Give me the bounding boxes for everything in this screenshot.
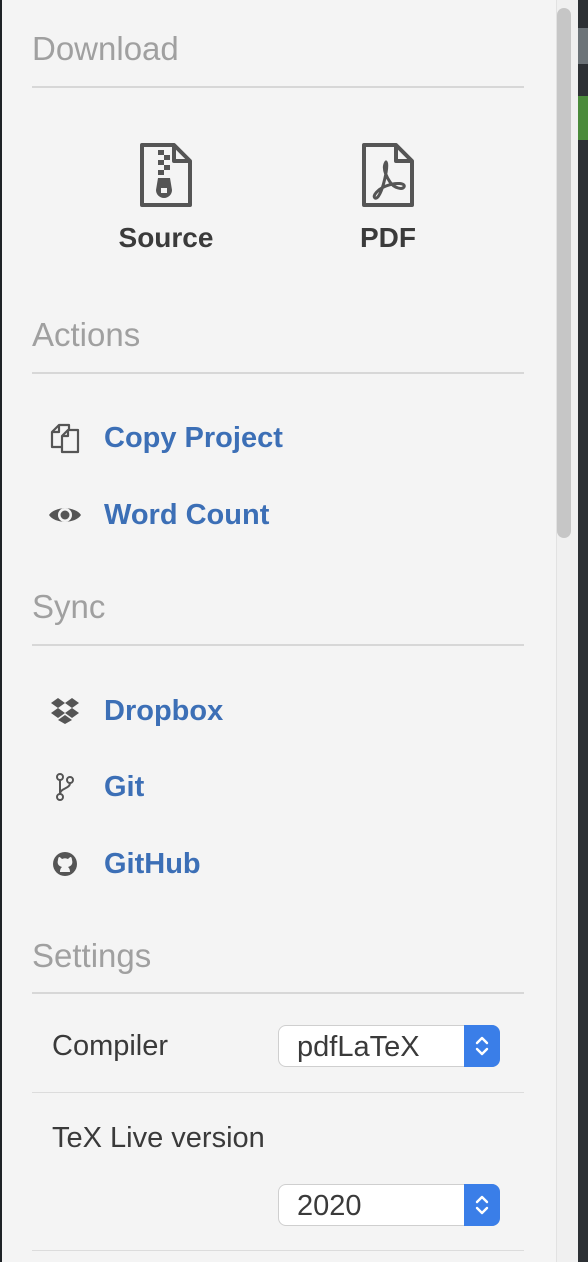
compiler-select-value: pdfLaTeX	[297, 1031, 420, 1063]
github-link[interactable]: GitHub	[48, 847, 201, 881]
actions-divider	[32, 372, 524, 374]
download-source-button[interactable]: Source	[86, 142, 246, 254]
download-section-title: Download	[32, 30, 179, 67]
left-menu-panel: Download Source PDF Actions Copy Project…	[0, 0, 556, 1262]
download-source-label: Source	[118, 222, 214, 253]
editor-edge-green-strip	[578, 96, 588, 140]
github-label: GitHub	[104, 847, 201, 880]
download-divider	[32, 86, 524, 88]
git-label: Git	[104, 770, 145, 803]
select-stepper-icon	[464, 1025, 500, 1067]
texlive-version-select-value: 2020	[297, 1190, 362, 1222]
dropbox-link[interactable]: Dropbox	[48, 694, 223, 728]
copy-project-label: Copy Project	[104, 421, 283, 454]
file-zip-icon	[140, 143, 192, 207]
sync-divider	[32, 644, 524, 646]
compiler-label: Compiler	[52, 1030, 169, 1062]
settings-row-divider	[32, 1092, 524, 1093]
word-count-link[interactable]: Word Count	[48, 498, 269, 532]
editor-edge	[578, 0, 588, 1262]
copy-project-link[interactable]: Copy Project	[48, 421, 283, 455]
github-icon	[48, 847, 82, 881]
compiler-select[interactable]: pdfLaTeX	[278, 1025, 500, 1067]
dropbox-label: Dropbox	[104, 694, 224, 727]
texlive-version-select[interactable]: 2020	[278, 1184, 500, 1226]
copy-icon	[48, 421, 82, 455]
git-link[interactable]: Git	[48, 770, 144, 804]
dropbox-icon	[48, 694, 82, 728]
settings-row-divider	[32, 1250, 524, 1251]
texlive-version-label: TeX Live version	[52, 1122, 265, 1154]
editor-edge-strip	[578, 28, 588, 64]
settings-section-title: Settings	[32, 937, 152, 974]
sync-section-title: Sync	[32, 588, 106, 625]
download-pdf-label: PDF	[360, 222, 416, 253]
scrollbar-thumb[interactable]	[557, 8, 571, 538]
settings-divider	[32, 992, 524, 994]
download-pdf-button[interactable]: PDF	[308, 142, 468, 254]
actions-section-title: Actions	[32, 316, 141, 353]
file-pdf-icon	[362, 143, 414, 207]
select-stepper-icon	[464, 1184, 500, 1226]
git-branch-icon	[48, 770, 82, 804]
eye-icon	[48, 498, 82, 532]
word-count-label: Word Count	[104, 498, 270, 531]
